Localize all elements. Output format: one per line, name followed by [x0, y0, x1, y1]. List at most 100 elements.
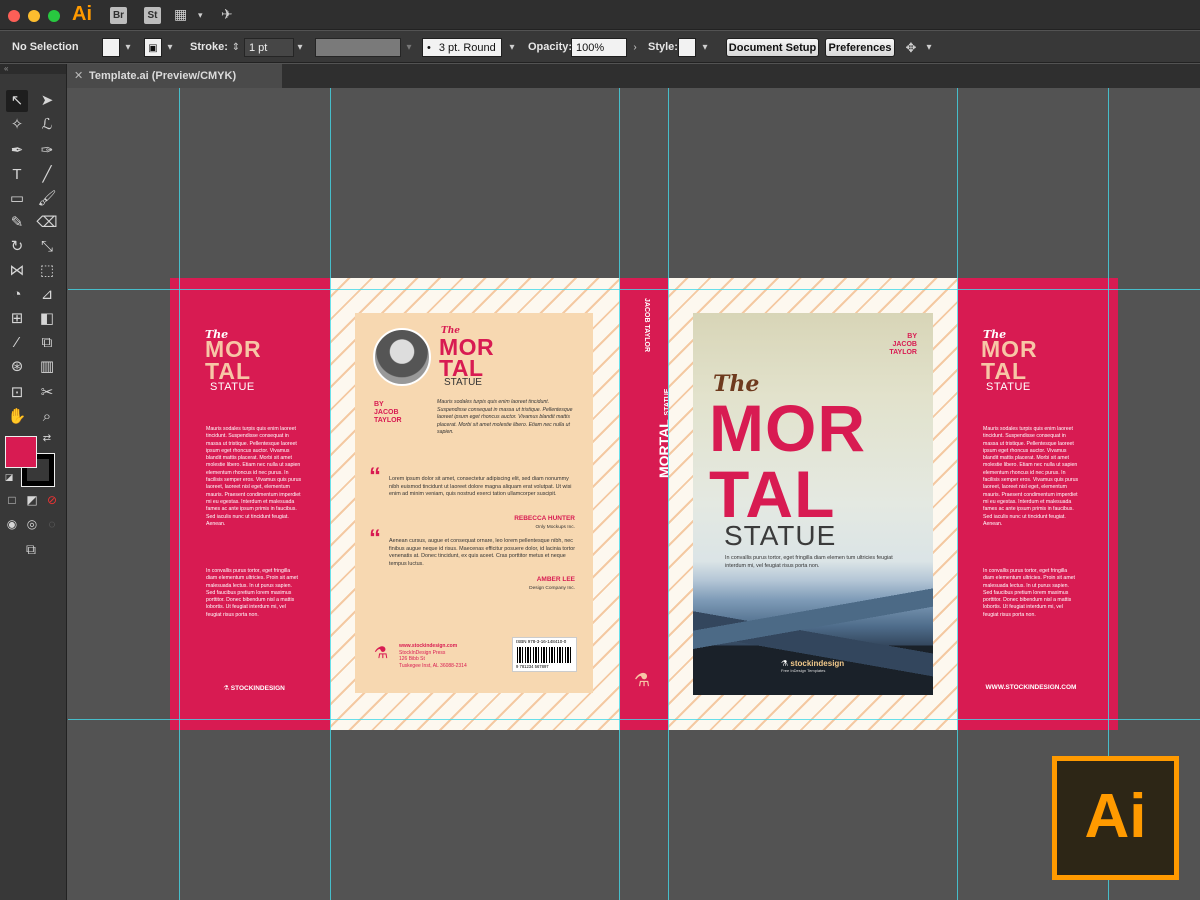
opacity-input[interactable]: 100%: [571, 38, 627, 57]
arrange-documents-icon[interactable]: ▦: [174, 6, 187, 23]
close-tab-icon[interactable]: ✕: [74, 64, 83, 88]
width-tool-icon[interactable]: ⋈: [6, 260, 28, 282]
draw-behind-icon[interactable]: ◎: [24, 516, 40, 532]
close-window-button[interactable]: [8, 10, 20, 22]
slice-tool-icon[interactable]: ✂: [36, 382, 58, 404]
stroke-weight-input[interactable]: 1 pt: [244, 38, 294, 57]
artboard-canvas[interactable]: The MOR TAL STATUE Mauris sodales turpis…: [68, 88, 1200, 900]
lasso-tool-icon[interactable]: ℒ: [36, 114, 58, 136]
style-label: Style:: [648, 41, 678, 53]
zoom-tool-icon[interactable]: ⌕: [36, 406, 58, 428]
default-colors-icon[interactable]: ◪: [2, 470, 16, 484]
chevron-right-icon[interactable]: ›: [628, 38, 642, 57]
blend-tool-icon[interactable]: ⧉: [36, 332, 58, 354]
chevron-down-icon[interactable]: ▾: [198, 10, 203, 21]
chevron-down-icon[interactable]: ▾: [293, 38, 307, 57]
back-cover[interactable]: The MOR TAL STATUE BY JACOB TAYLOR Mauri…: [330, 278, 620, 730]
isbn-text: ISBN 978-3-16-148410-0: [516, 639, 567, 644]
stroke-swatch[interactable]: ▣: [144, 38, 162, 57]
perspective-grid-tool-icon[interactable]: ⊿: [36, 284, 58, 306]
type-tool-icon[interactable]: T: [6, 164, 28, 186]
brush-definition[interactable]: • 3 pt. Round: [422, 38, 502, 57]
illustrator-logo: Ai: [1052, 756, 1179, 880]
quote-1-text: Lorem ipsum dolor sit amet, consectetur …: [389, 476, 572, 497]
curvature-tool-icon[interactable]: ✑: [36, 140, 58, 162]
shaper-tool-icon[interactable]: ✎: [6, 212, 28, 234]
gpu-performance-icon[interactable]: ✈: [221, 6, 233, 23]
guide-line: [68, 719, 1200, 720]
zoom-window-button[interactable]: [48, 10, 60, 22]
preferences-button[interactable]: Preferences: [825, 38, 895, 57]
artboard-tool-icon[interactable]: ⊡: [6, 382, 28, 404]
guide-line: [330, 88, 331, 900]
swap-colors-icon[interactable]: ⇄: [40, 432, 54, 446]
rotate-tool-icon[interactable]: ↻: [6, 236, 28, 258]
gradient-mode-icon[interactable]: ◩: [24, 492, 40, 508]
publisher-url: www.stockindesign.com: [399, 643, 458, 649]
flap-paragraph-1: Mauris sodales turpis quis enim laoreet …: [206, 426, 302, 527]
flap-footer-text: STOCKINDESIGN: [230, 685, 285, 692]
gradient-tool-icon[interactable]: ◧: [36, 308, 58, 330]
spine[interactable]: JACOB TAYLOR MORTAL STATUE ⚗: [620, 278, 672, 730]
title-bar: Ai Br St ▦ ▾ ✈: [0, 0, 1200, 30]
shape-builder-tool-icon[interactable]: ◔: [6, 284, 28, 306]
eraser-tool-icon[interactable]: ⌫: [36, 212, 58, 234]
chevron-down-icon[interactable]: ▾: [402, 38, 416, 57]
right-flap[interactable]: The MOR TAL STATUE Mauris sodales turpis…: [958, 278, 1118, 730]
flask-icon: ⚗: [373, 645, 389, 662]
quote-2-company: Design Company Inc.: [529, 586, 575, 591]
front-author-by: BY: [907, 333, 917, 340]
chevron-down-icon[interactable]: ▾: [121, 38, 135, 57]
quick-actions-icon[interactable]: ✥: [904, 38, 918, 57]
bridge-button[interactable]: Br: [110, 7, 127, 24]
color-mode-icon[interactable]: □: [4, 492, 20, 508]
panel-collapse-icon[interactable]: «: [0, 64, 66, 74]
chevron-down-icon[interactable]: ▾: [698, 38, 712, 57]
fill-color-box[interactable]: [5, 436, 37, 468]
front-cover[interactable]: BY JACOB TAYLOR The MOR TAL STATUE In co…: [668, 278, 958, 730]
hand-tool-icon[interactable]: ✋: [6, 406, 28, 428]
barcode-bars: [517, 647, 573, 663]
front-title-statue: STATUE: [724, 520, 837, 551]
author-photo: [373, 328, 431, 386]
stroke-stepper[interactable]: ⇕: [229, 38, 243, 57]
front-author-last: TAYLOR: [889, 349, 917, 356]
stock-button[interactable]: St: [144, 7, 161, 24]
symbol-sprayer-tool-icon[interactable]: ⊛: [6, 356, 28, 378]
pen-tool-icon[interactable]: ✒: [6, 140, 28, 162]
back-author-last: TAYLOR: [374, 417, 402, 424]
control-bar: No Selection ▾ ▣ ▾ Stroke: ⇕ 1 pt ▾ ▾ • 3…: [0, 31, 1200, 63]
none-mode-icon[interactable]: ⊘: [44, 492, 60, 508]
left-flap[interactable]: The MOR TAL STATUE Mauris sodales turpis…: [170, 278, 330, 730]
direct-selection-tool-icon[interactable]: ➤: [36, 90, 58, 112]
fill-swatch[interactable]: [102, 38, 120, 57]
line-tool-icon[interactable]: ╱: [36, 164, 58, 186]
back-author: BY JACOB TAYLOR: [374, 401, 402, 425]
flask-icon: ⚗: [634, 670, 651, 690]
variable-width-profile[interactable]: [315, 38, 401, 57]
column-graph-tool-icon[interactable]: ▥: [36, 356, 58, 378]
eyedropper-tool-icon[interactable]: ⁄: [6, 332, 28, 354]
mesh-tool-icon[interactable]: ⊞: [6, 308, 28, 330]
draw-inside-icon[interactable]: ◌: [44, 516, 60, 532]
scale-tool-icon[interactable]: ⤡: [36, 236, 58, 258]
document-setup-button[interactable]: Document Setup: [726, 38, 819, 57]
front-title-mor: MOR: [709, 391, 866, 465]
draw-normal-icon[interactable]: ◉: [4, 516, 20, 532]
free-transform-tool-icon[interactable]: ⬚: [36, 260, 58, 282]
rectangle-tool-icon[interactable]: ▭: [6, 188, 28, 210]
selection-tool-icon[interactable]: ↖: [6, 90, 28, 112]
screen-mode-icon[interactable]: ⧉: [20, 538, 42, 560]
chevron-down-icon[interactable]: ▾: [505, 38, 519, 57]
flap-footer: WWW.STOCKINDESIGN.COM: [985, 684, 1077, 691]
front-logo-text: stockindesign: [790, 659, 845, 668]
paintbrush-tool-icon[interactable]: 🖌: [36, 188, 58, 210]
stroke-label: Stroke:: [190, 41, 228, 53]
magic-wand-tool-icon[interactable]: ✧: [6, 114, 28, 136]
publisher-info: www.stockindesign.com StockInDesign Pres…: [399, 643, 467, 669]
chevron-down-icon[interactable]: ▾: [163, 38, 177, 57]
tab-template[interactable]: ✕ Template.ai (Preview/CMYK): [67, 64, 282, 88]
chevron-down-icon[interactable]: ▾: [922, 38, 936, 57]
minimize-window-button[interactable]: [28, 10, 40, 22]
graphic-style-swatch[interactable]: [678, 38, 696, 57]
